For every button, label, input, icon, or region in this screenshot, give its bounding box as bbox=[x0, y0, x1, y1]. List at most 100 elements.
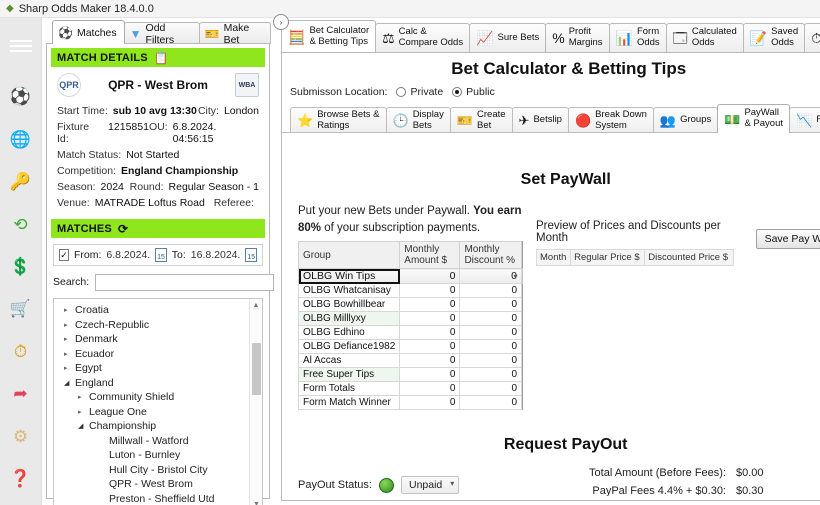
group-name-cell[interactable]: OLBG Whatcanisay bbox=[297, 283, 401, 299]
tree-node[interactable]: ▸ Czech-Republic bbox=[58, 318, 260, 333]
group-name-cell[interactable]: Al Accas bbox=[297, 353, 401, 369]
help-icon[interactable]: ❓ bbox=[3, 463, 39, 495]
sub-tab-groups[interactable]: 👥 Groups bbox=[652, 107, 719, 133]
globe-icon[interactable]: 🌐 bbox=[3, 123, 39, 155]
monthly-amount-cell[interactable]: 0 bbox=[399, 367, 461, 383]
competition-tree[interactable]: ▸ Croatia ▸ Czech-Republic ▸ Denmark ▸ Ecuador ▸… bbox=[53, 298, 263, 505]
football-icon[interactable]: ⚽ bbox=[3, 80, 39, 112]
tab-odd-filters[interactable]: ▼ Odd Filters bbox=[123, 22, 200, 46]
tab-matches[interactable]: ⚽ Matches bbox=[52, 20, 125, 44]
tree-node[interactable]: ▸ Croatia bbox=[58, 303, 260, 318]
table-row[interactable]: OLBG Win Tips 0 0 bbox=[297, 268, 523, 285]
table-row[interactable]: Free Super Tips 0 0 bbox=[297, 367, 523, 383]
monthly-amount-cell[interactable]: 0 bbox=[399, 381, 461, 397]
sub-tab-create[interactable]: 🎫 Create Bet bbox=[449, 107, 513, 133]
tree-node[interactable]: Millwall - Watford bbox=[58, 434, 260, 449]
monthly-discount-cell[interactable]: 0 bbox=[459, 395, 522, 411]
tree-node[interactable]: ▸ Denmark bbox=[58, 332, 260, 347]
tree-toggle-icon[interactable]: ▸ bbox=[64, 321, 75, 329]
scroll-down-icon[interactable]: ▼ bbox=[250, 498, 262, 505]
sub-tab-display[interactable]: 🕒 Display Bets bbox=[385, 107, 451, 133]
scroll-up-icon[interactable]: ▲ bbox=[250, 299, 262, 312]
main-tab-calc[interactable]: ⚖ Calc & Compare Odds bbox=[375, 23, 471, 52]
monthly-amount-cell[interactable]: 0 bbox=[399, 297, 461, 313]
table-row[interactable]: OLBG Milllyxy 0 0 bbox=[297, 311, 523, 327]
tree-toggle-icon[interactable]: ▸ bbox=[78, 393, 89, 401]
panel-collapse-toggle[interactable]: › bbox=[273, 14, 289, 30]
gear-icon[interactable]: ⚙ bbox=[3, 420, 39, 452]
group-name-cell[interactable]: Free Super Tips bbox=[297, 367, 401, 383]
from-date-input[interactable]: 6.8.2024. bbox=[106, 249, 150, 261]
sub-tab-betslip[interactable]: ✈ Betslip bbox=[511, 107, 569, 133]
calendar-icon[interactable]: 15 bbox=[245, 248, 258, 262]
monthly-discount-cell[interactable]: 0 bbox=[459, 367, 522, 383]
monthly-amount-cell[interactable]: 0 bbox=[399, 311, 461, 327]
tree-toggle-icon[interactable]: ▸ bbox=[64, 306, 75, 314]
monthly-amount-cell[interactable]: 0 bbox=[399, 395, 461, 411]
main-tab-form[interactable]: 📊 Form Odds bbox=[608, 23, 667, 52]
sub-tab-reports[interactable]: 📉Reports bbox=[789, 107, 820, 133]
refresh-icon[interactable]: ⟳ bbox=[118, 222, 128, 236]
monthly-amount-cell[interactable]: 0 bbox=[399, 325, 461, 341]
payout-status-select[interactable]: Unpaid bbox=[400, 476, 460, 495]
monthly-amount-cell[interactable]: 0 bbox=[399, 283, 461, 299]
group-name-cell[interactable]: OLBG Win Tips bbox=[297, 268, 401, 285]
tree-toggle-icon[interactable]: ▸ bbox=[64, 350, 75, 358]
table-row[interactable]: Al Accas 0 0 bbox=[297, 353, 523, 369]
tree-toggle-icon[interactable]: ◢ bbox=[78, 422, 89, 430]
radio-public[interactable]: Public bbox=[452, 86, 495, 98]
share-icon[interactable]: ➦ bbox=[3, 378, 39, 410]
sub-tab-break-down[interactable]: 🔴 Break Down System bbox=[567, 107, 654, 133]
main-tab-sure-bets[interactable]: 📈 Sure Bets bbox=[469, 23, 547, 52]
monthly-discount-cell[interactable]: 0 bbox=[459, 353, 522, 369]
dollar-icon[interactable]: 💲 bbox=[3, 250, 39, 282]
monthly-discount-cell[interactable]: 0 bbox=[459, 339, 522, 355]
group-name-cell[interactable]: Form Totals bbox=[297, 381, 401, 397]
monthly-discount-cell[interactable]: 0 bbox=[459, 381, 522, 397]
monthly-discount-cell[interactable]: 0 bbox=[459, 283, 522, 299]
monthly-discount-cell[interactable]: 0 bbox=[459, 325, 522, 341]
tree-node[interactable]: ▸ Ecuador bbox=[58, 347, 260, 362]
tree-node[interactable]: Luton - Burnley bbox=[58, 448, 260, 463]
table-row[interactable]: OLBG Bowhillbear 0 0 bbox=[297, 297, 523, 313]
cart-icon[interactable]: 🛒 bbox=[3, 293, 39, 325]
group-name-cell[interactable]: OLBG Milllyxy bbox=[297, 311, 401, 327]
refresh-icon[interactable]: ⟲ bbox=[3, 208, 39, 240]
main-tab-profit[interactable]: % Profit Margins bbox=[545, 23, 610, 52]
tree-node[interactable]: QPR - West Brom bbox=[58, 477, 260, 492]
tree-node[interactable]: ▸ Egypt bbox=[58, 361, 260, 376]
tree-toggle-icon[interactable]: ◢ bbox=[64, 379, 75, 387]
monthly-amount-cell[interactable]: 0 bbox=[399, 339, 461, 355]
tree-node[interactable]: ▸ Community Shield bbox=[58, 390, 260, 405]
copy-icon[interactable]: 📋 bbox=[154, 51, 169, 65]
gauge-icon[interactable]: ⏱ bbox=[3, 335, 39, 367]
monthly-discount-cell[interactable]: 0 bbox=[459, 268, 522, 285]
to-date-input[interactable]: 16.8.2024. bbox=[191, 249, 241, 261]
menu-hamburger-icon[interactable] bbox=[3, 30, 39, 62]
monthly-discount-cell[interactable]: 0 bbox=[459, 297, 522, 313]
table-row[interactable]: Form Match Winner 0 0 bbox=[297, 395, 523, 411]
date-filter-checkbox[interactable]: ✓ bbox=[59, 249, 69, 261]
tree-toggle-icon[interactable]: ▸ bbox=[78, 408, 89, 416]
tree-node[interactable]: Preston - Sheffield Utd bbox=[58, 492, 260, 505]
monthly-amount-cell[interactable]: 0 bbox=[399, 268, 461, 285]
sub-tab-browse-bets[interactable]: ⭐ Browse Bets & Ratings bbox=[290, 107, 387, 133]
calendar-icon[interactable]: 15 bbox=[155, 248, 167, 262]
key-icon[interactable]: 🔑 bbox=[3, 165, 39, 197]
tree-node[interactable]: Hull City - Bristol City bbox=[58, 463, 260, 478]
preview-price-table[interactable]: Month Regular Price $ Discounted Price $ bbox=[535, 249, 734, 266]
tree-toggle-icon[interactable]: ▸ bbox=[64, 335, 75, 343]
table-row[interactable]: Form Totals 0 0 bbox=[297, 381, 523, 397]
group-name-cell[interactable]: OLBG Edhino bbox=[297, 325, 401, 341]
group-name-cell[interactable]: OLBG Bowhillbear bbox=[297, 297, 401, 313]
monthly-amount-cell[interactable]: 0 bbox=[399, 353, 461, 369]
save-paywall-button[interactable]: Save Pay Wall bbox=[755, 229, 820, 249]
group-name-cell[interactable]: OLBG Defiance1982 bbox=[297, 339, 401, 355]
search-input[interactable] bbox=[95, 273, 275, 291]
main-tab-saved[interactable]: 📝 Saved Odds bbox=[742, 23, 806, 52]
scroll-thumb[interactable] bbox=[252, 343, 261, 395]
tree-toggle-icon[interactable]: ▸ bbox=[64, 364, 75, 372]
table-row[interactable]: OLBG Defiance1982 0 0 bbox=[297, 339, 523, 355]
main-tab-bet-calculator[interactable]: 🧮 Bet Calculator & Betting Tips bbox=[281, 20, 377, 52]
tree-node[interactable]: ◢ Championship bbox=[58, 419, 260, 434]
